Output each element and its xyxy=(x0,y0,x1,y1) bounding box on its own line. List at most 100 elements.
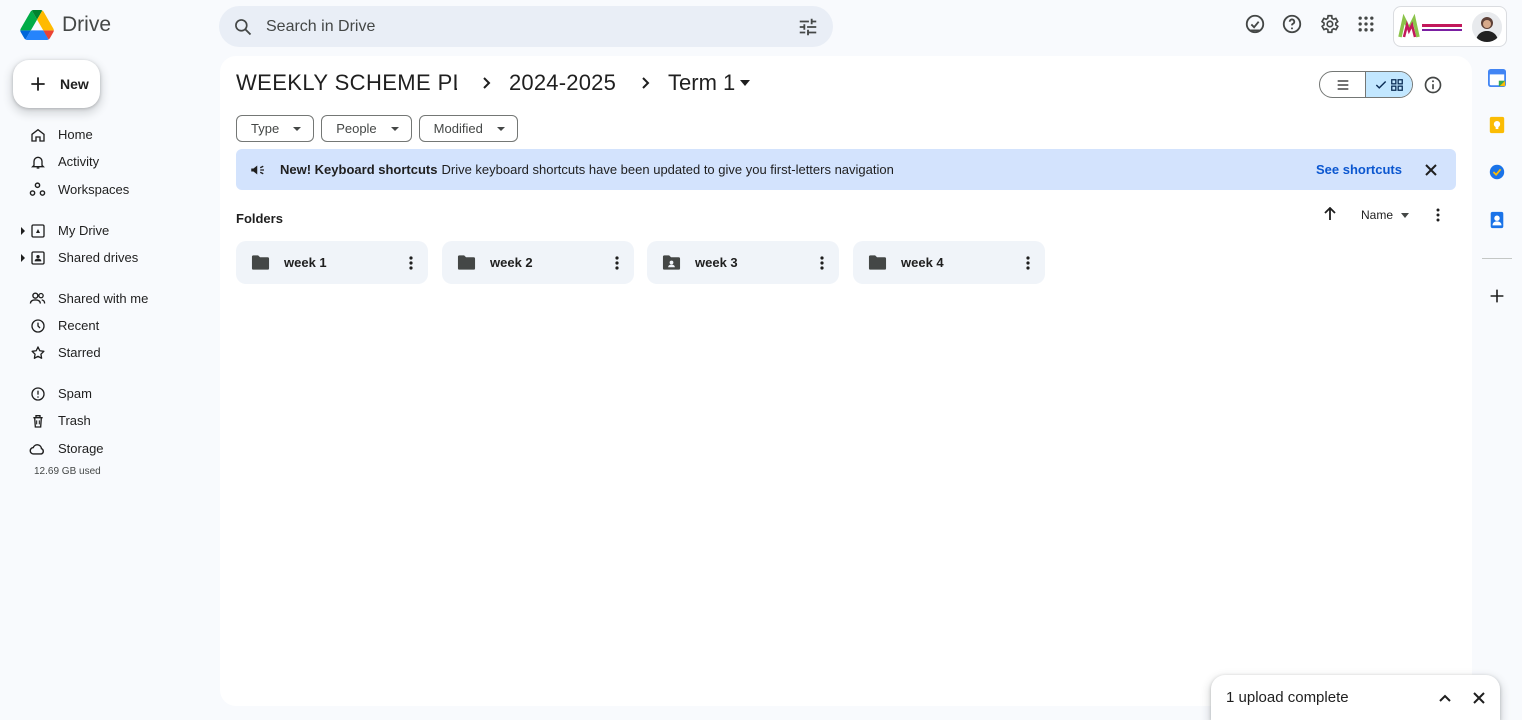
breadcrumb-item[interactable]: WEEKLY SCHEME PLA... xyxy=(236,70,457,96)
new-button[interactable]: New xyxy=(13,60,100,108)
my-drive-icon xyxy=(29,222,46,239)
new-button-label: New xyxy=(60,76,89,92)
more-vert-icon[interactable] xyxy=(1431,207,1445,223)
folder-card[interactable]: week 1 xyxy=(236,241,428,284)
chevron-right-icon xyxy=(483,77,491,89)
avatar[interactable] xyxy=(1472,11,1502,42)
organization-logo xyxy=(1398,13,1466,41)
caret-down-icon xyxy=(496,126,505,131)
drive-logo[interactable]: Drive xyxy=(20,10,111,40)
expand-caret-icon[interactable] xyxy=(20,226,26,235)
info-icon[interactable] xyxy=(1423,75,1443,95)
breadcrumb-current-folder[interactable]: Term 1 xyxy=(668,70,751,96)
sort-by-label: Name xyxy=(1361,208,1394,222)
sidebar-item-label: Starred xyxy=(58,345,101,360)
star-icon xyxy=(29,344,46,361)
sort-direction-icon[interactable] xyxy=(1323,207,1337,221)
breadcrumb-current-label: Term 1 xyxy=(668,70,736,95)
filter-chip-label: Type xyxy=(251,121,280,136)
sidebar-item-workspaces[interactable]: Workspaces xyxy=(0,176,210,203)
sidebar-item-my-drive[interactable]: My Drive xyxy=(0,217,210,244)
search-bar[interactable] xyxy=(219,6,833,47)
chevron-up-icon[interactable] xyxy=(1438,691,1452,705)
sidebar-item-spam[interactable]: Spam xyxy=(0,380,210,407)
app-name: Drive xyxy=(62,13,112,36)
sidebar-item-recent[interactable]: Recent xyxy=(0,312,210,339)
shortcuts-banner: New! Keyboard shortcuts Drive keyboard s… xyxy=(236,149,1456,190)
grid-view-button[interactable] xyxy=(1366,72,1412,97)
offline-ready-icon[interactable] xyxy=(1243,12,1267,36)
search-input[interactable] xyxy=(266,17,766,36)
sidebar-item-shared-drives[interactable]: Shared drives xyxy=(0,244,210,271)
folder-name: week 2 xyxy=(490,255,533,270)
folder-name: week 1 xyxy=(284,255,327,270)
more-vert-icon[interactable] xyxy=(614,254,620,272)
list-view-button[interactable] xyxy=(1320,72,1366,97)
folder-card[interactable]: week 3 xyxy=(647,241,839,284)
more-vert-icon[interactable] xyxy=(1025,254,1031,272)
folder-icon xyxy=(457,255,476,270)
sidebar-item-label: Shared drives xyxy=(58,250,139,265)
view-toggle xyxy=(1319,71,1413,98)
caret-down-icon xyxy=(390,126,399,131)
sort-by-button[interactable]: Name xyxy=(1361,208,1410,222)
clock-icon xyxy=(29,317,46,334)
see-shortcuts-button[interactable]: See shortcuts xyxy=(1316,162,1402,177)
contacts-icon[interactable] xyxy=(1487,210,1507,230)
plus-icon xyxy=(31,77,45,91)
folder-card[interactable]: week 2 xyxy=(442,241,634,284)
people-icon xyxy=(29,290,46,307)
folder-icon xyxy=(868,255,887,270)
account-switcher[interactable] xyxy=(1393,6,1507,47)
sidebar-item-label: Spam xyxy=(58,386,92,401)
sidebar-item-label: My Drive xyxy=(58,223,110,238)
banner-title: New! Keyboard shortcuts xyxy=(280,162,438,177)
drive-logo-icon xyxy=(20,10,54,40)
side-panel xyxy=(1472,56,1522,720)
sidebar-item-storage[interactable]: Storage xyxy=(0,435,210,462)
folder-card[interactable]: week 4 xyxy=(853,241,1045,284)
sidebar-item-shared-with-me[interactable]: Shared with me xyxy=(0,285,210,312)
sidebar-item-label: Workspaces xyxy=(58,182,130,197)
close-icon[interactable] xyxy=(1472,691,1486,705)
sidebar-item-starred[interactable]: Starred xyxy=(0,339,210,366)
home-icon xyxy=(29,126,46,143)
add-icon[interactable] xyxy=(1487,286,1507,306)
filter-modified-chip[interactable]: Modified xyxy=(418,115,518,142)
more-vert-icon[interactable] xyxy=(408,254,414,272)
filter-chip-label: Modified xyxy=(433,121,483,136)
help-icon[interactable] xyxy=(1280,12,1304,36)
caret-down-icon xyxy=(293,126,302,131)
search-options-icon[interactable] xyxy=(797,16,819,38)
folder-name: week 4 xyxy=(901,255,944,270)
check-icon xyxy=(1375,80,1387,89)
storage-used-text: 12.69 GB used xyxy=(34,466,101,477)
filter-type-chip[interactable]: Type xyxy=(236,115,315,142)
caret-down-icon xyxy=(1401,212,1410,218)
keep-icon[interactable] xyxy=(1487,115,1507,135)
more-vert-icon[interactable] xyxy=(819,254,825,272)
trash-icon xyxy=(29,412,46,429)
filter-people-chip[interactable]: People xyxy=(321,115,412,142)
sidebar-item-label: Shared with me xyxy=(58,291,149,306)
breadcrumb-item[interactable]: 2024-2025 xyxy=(509,70,616,96)
tasks-icon[interactable] xyxy=(1487,162,1507,182)
apps-grid-icon[interactable] xyxy=(1354,12,1378,36)
cloud-icon xyxy=(29,440,46,457)
folders-section-title: Folders xyxy=(236,211,283,226)
settings-icon[interactable] xyxy=(1317,12,1341,36)
sidebar-item-label: Storage xyxy=(58,441,104,456)
sidebar-item-label: Recent xyxy=(58,318,100,333)
side-panel-divider xyxy=(1482,258,1512,259)
close-icon[interactable] xyxy=(1424,163,1438,177)
grid-view-icon xyxy=(1391,78,1403,91)
sidebar-item-activity[interactable]: Activity xyxy=(0,148,210,175)
folder-icon xyxy=(251,255,270,270)
sidebar-item-trash[interactable]: Trash xyxy=(0,407,210,434)
sidebar-item-home[interactable]: Home xyxy=(0,121,210,148)
chevron-right-icon xyxy=(642,77,650,89)
caret-down-icon xyxy=(740,80,751,86)
search-icon[interactable] xyxy=(233,17,253,37)
calendar-icon[interactable] xyxy=(1487,68,1507,88)
expand-caret-icon[interactable] xyxy=(20,253,26,262)
